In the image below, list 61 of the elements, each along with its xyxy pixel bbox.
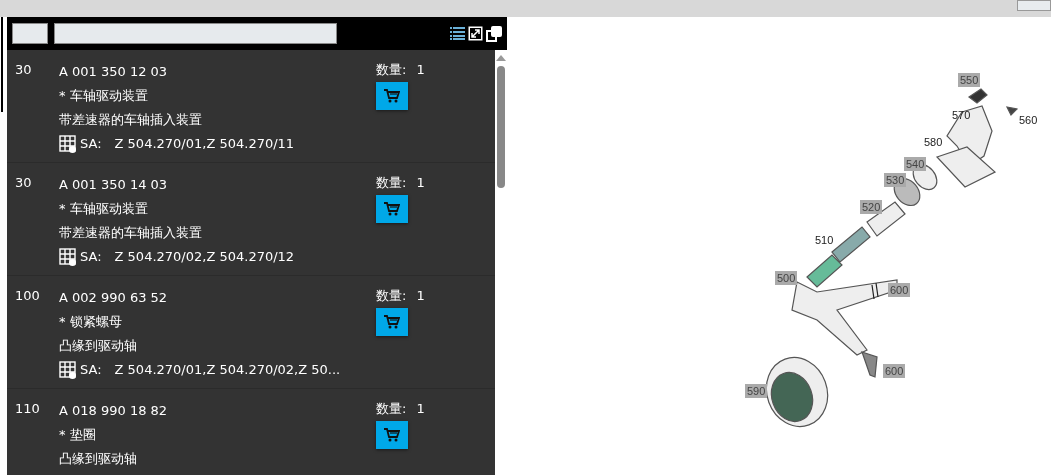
callout-label[interactable]: 550 — [958, 73, 981, 87]
add-to-cart-button[interactable] — [376, 195, 408, 223]
part-description: 凸缘到驱动轴 — [59, 337, 137, 355]
quantity-value: 1 — [416, 174, 425, 192]
sa-label: SA: — [80, 135, 102, 153]
callout-label[interactable]: 600 — [888, 283, 911, 297]
callout-label[interactable]: 500 — [775, 271, 798, 285]
callout-label[interactable]: 580 — [922, 135, 945, 149]
callout-label[interactable]: 600 — [883, 364, 906, 378]
callout-label[interactable]: 570 — [950, 108, 973, 122]
callout-label[interactable]: 520 — [860, 200, 883, 214]
table-icon — [59, 248, 77, 266]
expand-icon[interactable] — [468, 26, 483, 41]
part-name: * 车轴驱动装置 — [59, 200, 148, 218]
position-number: 100 — [14, 287, 41, 305]
add-to-cart-button[interactable] — [376, 82, 408, 110]
sa-codes: Z 504.270/02,Z 504.270/12 — [114, 248, 295, 266]
part-description: 带差速器的车轴插入装置 — [59, 111, 202, 129]
cart-icon — [384, 315, 400, 329]
callout-label[interactable]: 540 — [904, 157, 927, 171]
sa-codes: Z 504.270/01,Z 504.270/02,Z 50... — [114, 361, 341, 379]
quantity-label: 数量: — [376, 400, 407, 418]
windows-icon[interactable] — [486, 25, 502, 42]
position-number: 30 — [14, 174, 33, 192]
callout-label[interactable]: 560 — [1017, 113, 1040, 127]
part-name: * 垫圈 — [59, 426, 96, 444]
table-icon — [59, 135, 77, 153]
part-description: 凸缘到驱动轴 — [59, 450, 137, 468]
quantity-label: 数量: — [376, 61, 407, 79]
quantity-label: 数量: — [376, 287, 407, 305]
part-number: A 002 990 63 52 — [59, 289, 168, 307]
quantity-value: 1 — [416, 287, 425, 305]
quantity-value: 1 — [416, 61, 425, 79]
position-number: 30 — [14, 61, 33, 79]
sa-label: SA: — [80, 248, 102, 266]
callout-label[interactable]: 530 — [884, 173, 907, 187]
position-number: 110 — [14, 400, 41, 418]
part-description: 带差速器的车轴插入装置 — [59, 224, 202, 242]
part-number: A 001 350 14 03 — [59, 176, 168, 194]
sa-codes: Z 504.270/01,Z 504.270/11 — [114, 135, 295, 153]
search-field[interactable] — [54, 23, 337, 44]
part-name: * 车轴驱动装置 — [59, 87, 148, 105]
quantity-value: 1 — [416, 400, 425, 418]
add-to-cart-button[interactable] — [376, 421, 408, 449]
part-number: A 018 990 18 82 — [59, 402, 168, 420]
sa-label: SA: — [80, 361, 102, 379]
scroll-up-icon[interactable] — [496, 55, 506, 61]
cart-icon — [384, 202, 400, 216]
scrollbar-thumb[interactable] — [497, 66, 505, 188]
cart-icon — [384, 428, 400, 442]
callout-label[interactable]: 510 — [813, 233, 836, 247]
add-to-cart-button[interactable] — [376, 308, 408, 336]
list-icon[interactable] — [450, 27, 465, 40]
part-number: A 001 350 12 03 — [59, 63, 168, 81]
cart-icon — [384, 89, 400, 103]
scrollbar[interactable] — [495, 50, 507, 475]
table-icon — [59, 361, 77, 379]
quantity-label: 数量: — [376, 174, 407, 192]
filter-field[interactable] — [12, 23, 48, 44]
callout-label[interactable]: 590 — [745, 384, 768, 398]
part-name: * 锁紧螺母 — [59, 313, 122, 331]
